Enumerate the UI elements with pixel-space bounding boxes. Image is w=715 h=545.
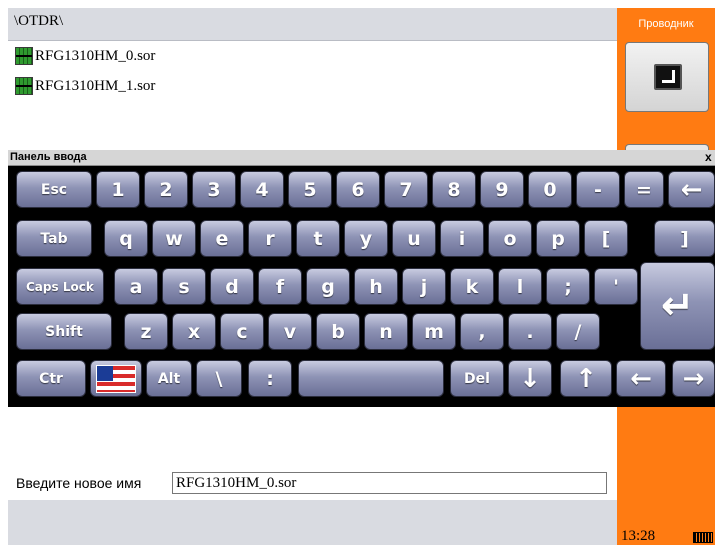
return-icon — [654, 64, 682, 90]
key-minus[interactable]: - — [576, 171, 620, 208]
top-edge — [0, 0, 715, 8]
key-ctrl[interactable]: Ctr — [16, 360, 86, 397]
key-6[interactable]: 6 — [336, 171, 380, 208]
battery-icon — [693, 532, 713, 543]
key-7[interactable]: 7 — [384, 171, 428, 208]
input-panel-titlebar: Панель ввода x — [8, 150, 715, 166]
key-shift[interactable]: Shift — [16, 313, 112, 350]
key-comma[interactable]: , — [460, 313, 504, 350]
folder-up-button[interactable] — [625, 42, 709, 112]
file-item[interactable]: RFG1310HM_0.sor — [15, 45, 155, 67]
key-2[interactable]: 2 — [144, 171, 188, 208]
key-arrow-down[interactable]: ↓ — [508, 360, 552, 397]
key-period[interactable]: . — [508, 313, 552, 350]
key-caps-lock[interactable]: Caps Lock — [16, 268, 104, 305]
key-r[interactable]: r — [248, 220, 292, 257]
key-e[interactable]: e — [200, 220, 244, 257]
key-x[interactable]: x — [172, 313, 216, 350]
key-s[interactable]: s — [162, 268, 206, 305]
file-item[interactable]: RFG1310HM_1.sor — [15, 75, 155, 97]
key-4[interactable]: 4 — [240, 171, 284, 208]
file-name: RFG1310HM_1.sor — [35, 77, 156, 94]
key-l[interactable]: l — [498, 268, 542, 305]
key-space[interactable] — [298, 360, 444, 397]
key-c[interactable]: c — [220, 313, 264, 350]
key-colon[interactable]: : — [248, 360, 292, 397]
key-delete[interactable]: Del — [450, 360, 504, 397]
key-8[interactable]: 8 — [432, 171, 476, 208]
key-z[interactable]: z — [124, 313, 168, 350]
key-q[interactable]: q — [104, 220, 148, 257]
key-y[interactable]: y — [344, 220, 388, 257]
new-name-label: Введите новое имя — [16, 475, 142, 491]
close-icon[interactable]: x — [705, 150, 715, 165]
key-equals[interactable]: = — [624, 171, 664, 208]
key-tab[interactable]: Tab — [16, 220, 92, 257]
key-apostrophe[interactable]: ' — [594, 268, 638, 305]
key-arrow-left[interactable]: ← — [616, 360, 666, 397]
key-backslash[interactable]: \ — [196, 360, 242, 397]
key-o[interactable]: o — [488, 220, 532, 257]
key-3[interactable]: 3 — [192, 171, 236, 208]
key-backspace[interactable]: ← — [668, 171, 715, 208]
key-enter[interactable]: ↵ — [640, 262, 715, 350]
key-bracket-right[interactable]: ] — [654, 220, 715, 257]
input-panel: Панель ввода x Esc 1 2 3 4 5 6 7 8 9 0 -… — [8, 150, 715, 407]
key-arrow-right[interactable]: → — [672, 360, 715, 397]
new-name-input[interactable] — [172, 472, 607, 494]
key-w[interactable]: w — [152, 220, 196, 257]
key-f[interactable]: f — [258, 268, 302, 305]
left-edge — [0, 0, 8, 545]
sor-file-icon — [15, 47, 33, 65]
key-language[interactable] — [90, 360, 142, 397]
us-flag-icon — [96, 364, 136, 393]
key-0[interactable]: 0 — [528, 171, 572, 208]
key-bracket-left[interactable]: [ — [584, 220, 628, 257]
key-g[interactable]: g — [306, 268, 350, 305]
current-path: \OTDR\ — [14, 13, 64, 29]
key-semicolon[interactable]: ; — [546, 268, 590, 305]
key-esc[interactable]: Esc — [16, 171, 92, 208]
key-d[interactable]: d — [210, 268, 254, 305]
key-slash[interactable]: / — [556, 313, 600, 350]
key-9[interactable]: 9 — [480, 171, 524, 208]
file-list: RFG1310HM_0.sor RFG1310HM_1.sor — [8, 42, 617, 150]
key-i[interactable]: i — [440, 220, 484, 257]
key-a[interactable]: a — [114, 268, 158, 305]
file-name: RFG1310HM_0.sor — [35, 47, 156, 64]
path-bar: \OTDR\ — [8, 8, 617, 41]
key-5[interactable]: 5 — [288, 171, 332, 208]
key-j[interactable]: j — [402, 268, 446, 305]
key-p[interactable]: p — [536, 220, 580, 257]
key-n[interactable]: n — [364, 313, 408, 350]
key-t[interactable]: t — [296, 220, 340, 257]
clock: 13:28 — [621, 528, 656, 544]
key-arrow-up[interactable]: ↑ — [560, 360, 612, 397]
key-alt[interactable]: Alt — [146, 360, 192, 397]
sor-file-icon — [15, 77, 33, 95]
key-u[interactable]: u — [392, 220, 436, 257]
bottom-status-area — [8, 500, 617, 545]
key-1[interactable]: 1 — [96, 171, 140, 208]
key-k[interactable]: k — [450, 268, 494, 305]
key-b[interactable]: b — [316, 313, 360, 350]
key-m[interactable]: m — [412, 313, 456, 350]
key-h[interactable]: h — [354, 268, 398, 305]
input-panel-title: Панель ввода — [10, 151, 87, 163]
key-v[interactable]: v — [268, 313, 312, 350]
right-panel-title: Проводник — [638, 18, 694, 30]
